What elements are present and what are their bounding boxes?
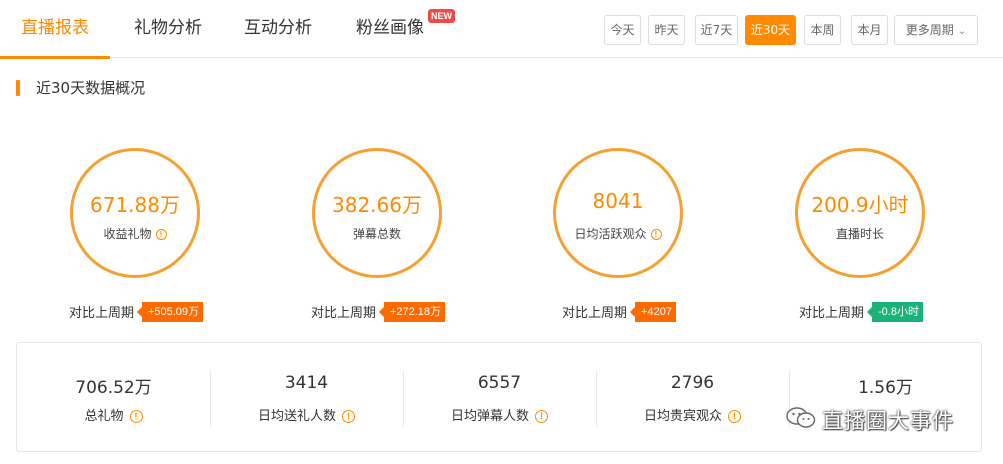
info-icon[interactable]: ! [728, 410, 741, 423]
period-this-month-button[interactable]: 本月 [851, 15, 888, 45]
tab-gift-analysis[interactable]: 礼物分析 [118, 0, 218, 58]
metric-ring: 200.9小时 直播时长 [795, 148, 925, 278]
compare-label: 对比上周期 [310, 306, 376, 321]
metric-value: 8041 [592, 189, 644, 213]
metric-daily-active-viewers: 8041 日均活跃观众! 对比上周期 +4207 [499, 148, 739, 328]
stat-daily-gift-senders: 3414 日均送礼人数! [210, 343, 403, 451]
wechat-icon [786, 407, 816, 428]
metric-label-row: 弹幕总数 [315, 225, 439, 242]
delta-badge: +4207 [630, 301, 676, 322]
watermark: 直播圈大事件 [786, 400, 986, 440]
tab-label: 互动分析 [244, 18, 312, 38]
top-navigation: 直播报表 礼物分析 互动分析 粉丝画像 NEW 今天 昨天 近7天 近30天 本… [0, 0, 1003, 59]
metric-value: 382.66万 [332, 193, 422, 217]
metric-danmaku-total: 382.66万 弹幕总数 对比上周期 +272.18万 [258, 148, 498, 328]
compare-row: 对比上周期 -0.8小时 [741, 301, 981, 322]
compare-row: 对比上周期 +505.09万 [16, 301, 256, 322]
metric-label: 收益礼物 [103, 227, 152, 241]
metric-label-row: 日均活跃观众! [556, 225, 680, 242]
stat-label: 日均送礼人数 [257, 409, 336, 424]
compare-row: 对比上周期 +4207 [499, 301, 739, 322]
tab-fan-profile[interactable]: 粉丝画像 [340, 0, 440, 58]
compare-row: 对比上周期 +272.18万 [258, 301, 498, 322]
metric-label: 直播时长 [835, 227, 884, 241]
info-icon[interactable]: ! [129, 410, 143, 423]
tab-label: 粉丝画像 [356, 18, 424, 38]
compare-label: 对比上周期 [562, 306, 628, 321]
more-periods-label: 更多周期 [905, 23, 954, 37]
stat-label-row: 日均送礼人数! [210, 405, 403, 424]
chevron-down-icon: ⌄ [957, 26, 967, 37]
delta-badge: +505.09万 [136, 301, 204, 322]
stat-label: 日均贵宾观众 [643, 409, 722, 424]
metric-label-row: 直播时长 [798, 225, 922, 242]
period-7days-button[interactable]: 近7天 [695, 15, 738, 45]
metric-ring: 8041 日均活跃观众! [553, 148, 683, 278]
delta-badge: +272.18万 [378, 301, 446, 322]
delta-badge: -0.8小时 [867, 301, 923, 322]
stat-total-gifts: 706.52万 总礼物! [17, 343, 210, 451]
active-tab-indicator [0, 56, 110, 59]
section-accent-bar [16, 80, 20, 96]
stat-label-row: 日均贵宾观众! [596, 405, 789, 424]
stat-value: 2796 [670, 373, 715, 393]
metric-stream-duration: 200.9小时 直播时长 对比上周期 -0.8小时 [741, 148, 981, 328]
stat-label-row: 日均弹幕人数! [403, 405, 596, 424]
period-this-week-button[interactable]: 本周 [804, 15, 841, 45]
stat-label-row: 总礼物! [17, 405, 210, 424]
info-icon[interactable]: ! [342, 410, 355, 423]
stat-value: 1.56万 [858, 378, 913, 398]
stat-value: 3414 [284, 373, 329, 393]
tab-live-report[interactable]: 直播报表 [0, 0, 110, 59]
metric-value: 671.88万 [90, 193, 180, 217]
info-icon[interactable]: ! [155, 229, 167, 240]
metric-gift-income: 671.88万 收益礼物! 对比上周期 +505.09万 [16, 148, 256, 328]
compare-label: 对比上周期 [799, 306, 865, 321]
section-title: 近30天数据概况 [36, 79, 146, 97]
stat-daily-danmaku-users: 6557 日均弹幕人数! [403, 343, 596, 451]
compare-label: 对比上周期 [68, 306, 134, 321]
info-icon[interactable]: ! [535, 410, 548, 423]
more-periods-dropdown[interactable]: 更多周期 ⌄ [894, 15, 978, 45]
stat-label: 日均弹幕人数 [450, 409, 529, 424]
new-badge: NEW [428, 9, 455, 23]
metric-label-row: 收益礼物! [73, 225, 197, 242]
stat-value: 706.52万 [75, 378, 152, 398]
metric-label: 日均活跃观众 [574, 227, 647, 241]
stat-daily-vip-viewers: 2796 日均贵宾观众! [596, 343, 789, 451]
tab-interaction-analysis[interactable]: 互动分析 [228, 0, 328, 58]
tab-label: 礼物分析 [134, 18, 202, 38]
metric-value: 200.9小时 [811, 193, 909, 217]
stat-label: 总礼物 [84, 409, 124, 424]
period-today-button[interactable]: 今天 [604, 15, 641, 45]
stat-value: 6557 [477, 373, 522, 393]
tab-label: 直播报表 [21, 18, 89, 38]
period-yesterday-button[interactable]: 昨天 [648, 15, 685, 45]
watermark-text: 直播圈大事件 [822, 409, 954, 433]
metric-label: 弹幕总数 [352, 227, 401, 241]
metric-ring: 382.66万 弹幕总数 [312, 148, 442, 278]
metric-ring: 671.88万 收益礼物! [70, 148, 200, 278]
period-30days-button[interactable]: 近30天 [745, 15, 796, 45]
info-icon[interactable]: ! [650, 229, 662, 240]
